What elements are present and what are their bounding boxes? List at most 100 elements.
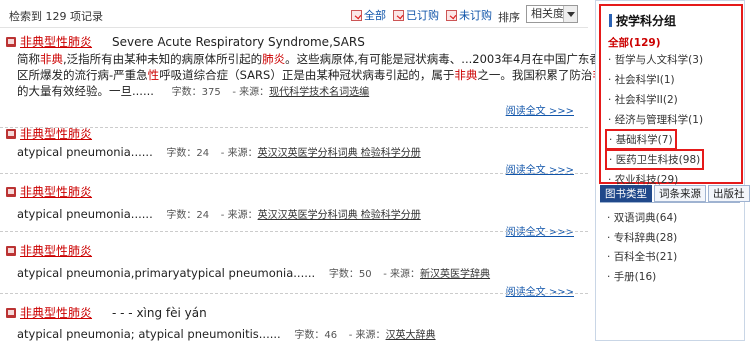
summary-prefix: 检索到 <box>9 10 42 23</box>
summary-suffix: 项记录 <box>70 10 103 23</box>
subject-item-label: 经济与管理科学(1) <box>614 114 704 126</box>
book-type-item[interactable]: · 百科全书(21) <box>607 248 677 268</box>
result-title-link[interactable]: 非典型性肺炎 <box>20 33 92 50</box>
subject-item[interactable]: · 经济与管理科学(1) <box>608 112 703 127</box>
filter-unordered[interactable]: 未订购 <box>446 7 492 23</box>
check-icon <box>446 9 457 21</box>
source-link[interactable]: 英汉汉英医学分科词典 检验科学分册 <box>258 148 421 159</box>
subject-item-label: 基础科学(7) <box>615 134 673 146</box>
snippet-text: atypical pneumonia,primaryatypical pneum… <box>17 266 316 280</box>
result-title-row: 非典型性肺炎 <box>6 183 92 200</box>
result-summary: 检索到 129 项记录 <box>9 8 103 24</box>
tab-book-type[interactable]: 图书类型 <box>600 185 652 202</box>
book-icon <box>6 36 16 47</box>
source-label: - 来源： <box>220 148 258 159</box>
tab-entry-source[interactable]: 词条来源 <box>654 185 706 202</box>
source-link[interactable]: 汉英大辞典 <box>386 330 436 341</box>
sort-selected-value: 相关度 <box>531 7 564 20</box>
book-type-item[interactable]: · 双语词典(64) <box>607 209 677 229</box>
sort-label: 排序 <box>498 11 520 24</box>
filter-all-label: 全部 <box>364 9 386 22</box>
source-link[interactable]: 英汉汉英医学分科词典 检验科学分册 <box>258 210 421 221</box>
book-type-label: 专科辞典(28) <box>613 231 678 244</box>
result-item: 非典型性肺炎 atypical pneumonia...... 字数：24 - … <box>0 120 588 176</box>
book-icon <box>6 186 16 197</box>
result-snippet-line-1: atypical pneumonia; atypical pneumonitis… <box>17 326 436 341</box>
word-count: 字数：375 <box>171 87 221 98</box>
tab-publisher[interactable]: 出版社 <box>708 185 750 202</box>
check-icon <box>351 9 362 21</box>
order-filter-group: 全部 已订购 未订购 <box>351 7 492 23</box>
source-link[interactable]: 新汉英医学辞典 <box>420 269 490 280</box>
result-item: 非典型性肺炎 Severe Acute Respiratory Syndrome… <box>0 28 624 128</box>
results-toolbar: 检索到 129 项记录 全部 已订购 未订购 排序 相关度 <box>0 0 588 28</box>
sort-select[interactable]: 相关度 <box>526 5 578 23</box>
result-english-term: Severe Acute Respiratory Syndrome,SARS <box>112 34 365 49</box>
subject-item[interactable]: · 哲学与人文科学(3) <box>608 52 703 67</box>
book-type-label: 手册(16) <box>613 270 657 283</box>
result-count: 129 <box>45 10 67 23</box>
subject-item-highlighted[interactable]: · 基础科学(7) <box>605 129 677 150</box>
facet-sidebar: 按学科分组 全部(129) · 哲学与人文科学(3) · 社会科学I(1) · … <box>595 0 750 341</box>
subject-group-panel: 按学科分组 全部(129) · 哲学与人文科学(3) · 社会科学I(1) · … <box>599 4 743 186</box>
result-snippet-line-1: atypical pneumonia...... 字数：24 - 来源：英汉汉英… <box>17 144 421 159</box>
book-type-label: 百科全书(21) <box>613 251 678 263</box>
result-title-row: 非典型性肺炎 Severe Acute Respiratory Syndrome… <box>6 33 365 50</box>
result-item: 非典型性肺炎 atypical pneumonia,primaryatypica… <box>0 236 588 298</box>
result-snippet-line-1: 简称非典,泛指所有由某种未知的病原体所引起的肺炎。这些病原体,有可能是冠状病毒、… <box>17 52 624 66</box>
result-item: 非典型性肺炎 atypical pneumonia...... 字数：24 - … <box>0 178 588 238</box>
subject-group-title: 按学科分组 <box>609 12 676 29</box>
filter-ordered-label: 已订购 <box>406 9 439 22</box>
subject-item-label: 社会科学I(1) <box>614 74 675 86</box>
snippet-text: atypical pneumonia; atypical pneumonitis… <box>17 327 281 341</box>
subject-item-label: 社会科学II(2) <box>614 94 678 106</box>
filter-all[interactable]: 全部 <box>351 7 386 23</box>
word-count: 字数：24 <box>166 148 210 159</box>
book-type-panel: · 双语词典(64) · 专科辞典(28) · 百科全书(21) · 手册(16… <box>600 202 740 297</box>
snippet-text: atypical pneumonia...... <box>17 145 153 159</box>
subject-item-all[interactable]: 全部(129) <box>608 35 661 50</box>
book-type-label: 双语词典(64) <box>613 212 678 224</box>
result-snippet-line-1: atypical pneumonia...... 字数：24 - 来源：英汉汉英… <box>17 206 421 221</box>
divider <box>0 173 588 174</box>
subject-group-title-text: 按学科分组 <box>616 14 677 28</box>
book-type-item[interactable]: · 手册(16) <box>607 268 677 288</box>
result-title-link[interactable]: 非典型性肺炎 <box>20 125 92 142</box>
book-icon <box>6 245 16 256</box>
source-label: - 来源： <box>232 87 270 98</box>
result-item: 非典型性肺炎 - - - xìng fèi yán atypical pneum… <box>0 298 588 341</box>
subject-item-highlighted[interactable]: · 医药卫生科技(98) <box>605 149 705 170</box>
result-title-link[interactable]: 非典型性肺炎 <box>20 304 92 321</box>
snippet-text: atypical pneumonia...... <box>17 207 153 221</box>
snippet-tail: 的大量有效经验。一旦...... <box>17 84 154 98</box>
filter-unordered-label: 未订购 <box>459 9 492 22</box>
filter-ordered[interactable]: 已订购 <box>393 7 439 23</box>
result-pinyin: - - - xìng fèi yán <box>112 305 207 320</box>
word-count: 字数：50 <box>328 269 372 280</box>
book-icon <box>6 307 16 318</box>
source-label: - 来源： <box>383 269 421 280</box>
book-type-item[interactable]: · 专科辞典(28) <box>607 229 677 249</box>
result-snippet-line-1: atypical pneumonia,primaryatypical pneum… <box>17 265 490 280</box>
divider <box>0 293 588 294</box>
divider <box>0 231 588 232</box>
check-icon <box>393 9 404 21</box>
source-link[interactable]: 现代科学技术名词选编 <box>269 87 369 98</box>
subject-item[interactable]: · 社会科学I(1) <box>608 72 675 87</box>
result-title-row: 非典型性肺炎 <box>6 125 92 142</box>
read-full-text-link[interactable]: 阅读全文 >>> <box>506 283 574 298</box>
search-results-page: 检索到 129 项记录 全部 已订购 未订购 排序 相关度 非典型性肺炎 Sev… <box>0 0 750 341</box>
source-label: - 来源： <box>220 210 258 221</box>
book-type-list: · 双语词典(64) · 专科辞典(28) · 百科全书(21) · 手册(16… <box>607 209 677 287</box>
word-count: 字数：24 <box>166 210 210 221</box>
result-snippet-line-2: 区所爆发的流行病-严重急性呼吸道综合症（SARS）正是由某种冠状病毒引起的，属于… <box>17 68 615 82</box>
subject-item[interactable]: · 社会科学II(2) <box>608 92 678 107</box>
chevron-down-icon[interactable] <box>563 6 577 22</box>
word-count: 字数：46 <box>294 330 338 341</box>
subject-item-label: 哲学与人文科学(3) <box>614 54 704 66</box>
result-snippet-line-3: 的大量有效经验。一旦...... 字数：375 - 来源：现代科学技术名词选编 <box>17 83 369 99</box>
result-title-link[interactable]: 非典型性肺炎 <box>20 242 92 259</box>
result-title-link[interactable]: 非典型性肺炎 <box>20 183 92 200</box>
title-bar-icon <box>609 14 612 27</box>
read-full-text-link[interactable]: 阅读全文 >>> <box>506 102 574 117</box>
